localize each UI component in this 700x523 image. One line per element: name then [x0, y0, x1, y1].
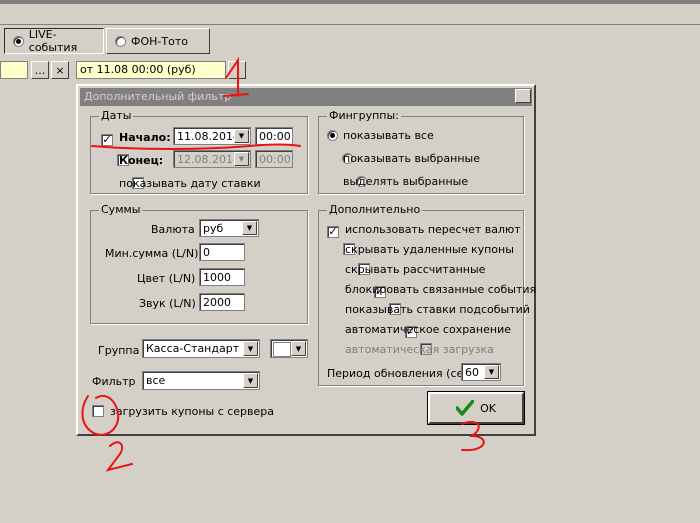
annotation-underline: [91, 143, 301, 150]
annotation-overlay: [81, 56, 485, 472]
annotation-circle: [81, 395, 120, 436]
annotation-digit-three: [461, 420, 485, 452]
annotation-digit-one: [223, 56, 249, 97]
annotation-digit-two: [105, 441, 133, 472]
